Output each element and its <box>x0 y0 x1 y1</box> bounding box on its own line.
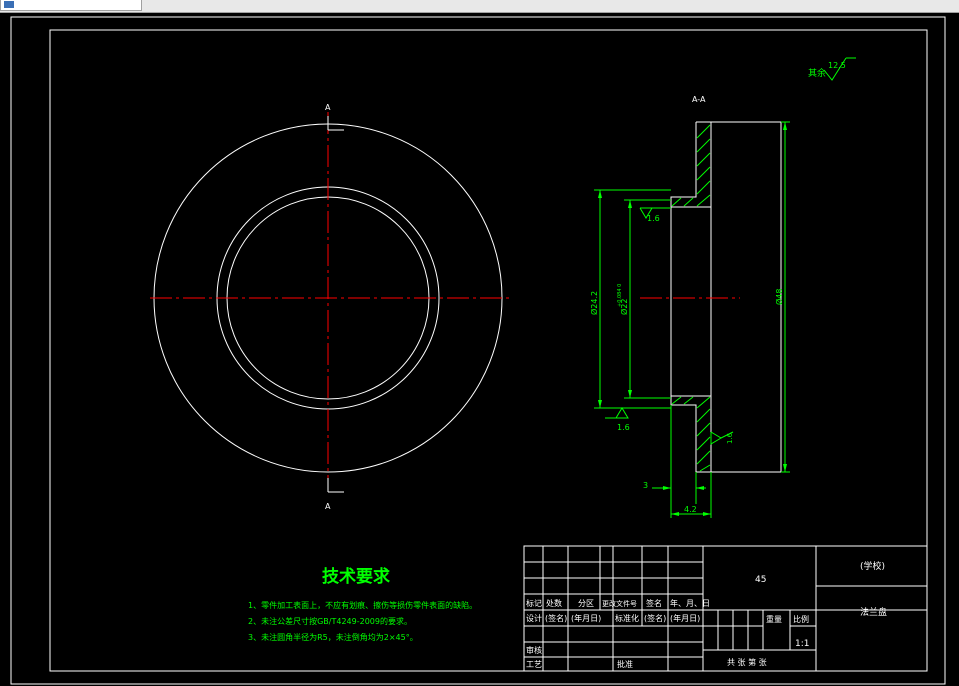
hatch-top <box>671 124 711 207</box>
dim-bore: Ø24.2 <box>589 291 599 315</box>
requirements-heading: 技术要求 <box>322 566 390 587</box>
tb-r-approve: 批准 <box>617 659 633 669</box>
roughness-value-a: 1.6 <box>647 214 660 223</box>
tb-material: 45 <box>755 575 766 585</box>
cut-label-bottom: A <box>325 502 331 511</box>
requirement-3: 3、未注圆角半径为R5，未注倒角均为2×45°。 <box>248 632 418 642</box>
technical-requirements: 技术要求 1、零件加工表面上，不应有划痕、擦伤等损伤零件表面的缺陷。 2、未注公… <box>248 566 477 642</box>
tb-h-mark: 标记 <box>526 598 542 608</box>
tb-r-std-date: (年月日) <box>670 613 700 623</box>
dim-outer: Ø48 <box>774 289 784 305</box>
section-label: A-A <box>692 95 706 104</box>
tb-school: (学校) <box>860 560 885 572</box>
tb-r-std-sign: (签名) <box>644 613 666 623</box>
tb-scale: 1:1 <box>795 639 809 649</box>
dim-thickness: 3 <box>643 481 648 490</box>
tb-sheets: 共 张 第 张 <box>727 657 767 667</box>
tb-weight: 重量 <box>766 614 782 624</box>
tb-r-design-sign: (签名) <box>545 613 567 623</box>
front-view: A A <box>150 103 512 511</box>
tb-scale-label: 比例 <box>793 614 809 624</box>
roughness-value-c: 1.6 <box>726 432 734 444</box>
outer-border <box>10 16 946 685</box>
hatch-bottom <box>671 396 711 472</box>
tb-r-process: 工艺 <box>526 660 542 669</box>
tb-r-review: 审核 <box>526 645 542 655</box>
roughness-value-b: 1.6 <box>617 423 630 432</box>
section-view: A-A Ø24.2 Ø22 +0.084 0 Ø48 3 4.2 1.6 1.6… <box>589 57 856 518</box>
tb-part-name: 法兰盘 <box>860 606 887 618</box>
requirement-1: 1、零件加工表面上，不应有划痕、擦伤等损伤零件表面的缺陷。 <box>248 600 477 610</box>
inner-border <box>49 29 928 672</box>
tb-r-std: 标准化 <box>615 613 639 623</box>
drawing-tab[interactable] <box>0 0 142 11</box>
drawing-file-icon <box>4 1 14 8</box>
part-outline <box>670 121 782 473</box>
roughness-rest-value: 12.5 <box>828 61 846 70</box>
dim-width: 4.2 <box>684 505 697 514</box>
tb-h-doc: 更改文件号 <box>602 599 637 608</box>
requirement-2: 2、未注公差尺寸按GB/T4249-2009的要求。 <box>248 616 412 626</box>
cut-label-top: A <box>325 103 331 112</box>
tb-r-design-date: (年月日) <box>571 613 601 623</box>
tb-r-design: 设计 <box>526 613 542 623</box>
roughness-rest-label: 其余 <box>808 67 826 79</box>
tb-h-date: 年、月、日 <box>670 598 710 608</box>
roughness-symbol-b <box>605 407 629 419</box>
drawing-canvas: A A A-A Ø24.2 Ø22 +0.084 0 Ø48 3 4.2 1.6… <box>10 16 946 685</box>
tb-h-sign: 签名 <box>646 598 662 608</box>
tb-h-count: 处数 <box>546 598 562 608</box>
tb-h-zone: 分区 <box>578 599 594 608</box>
dim-inner-tol: +0.084 0 <box>617 284 623 307</box>
